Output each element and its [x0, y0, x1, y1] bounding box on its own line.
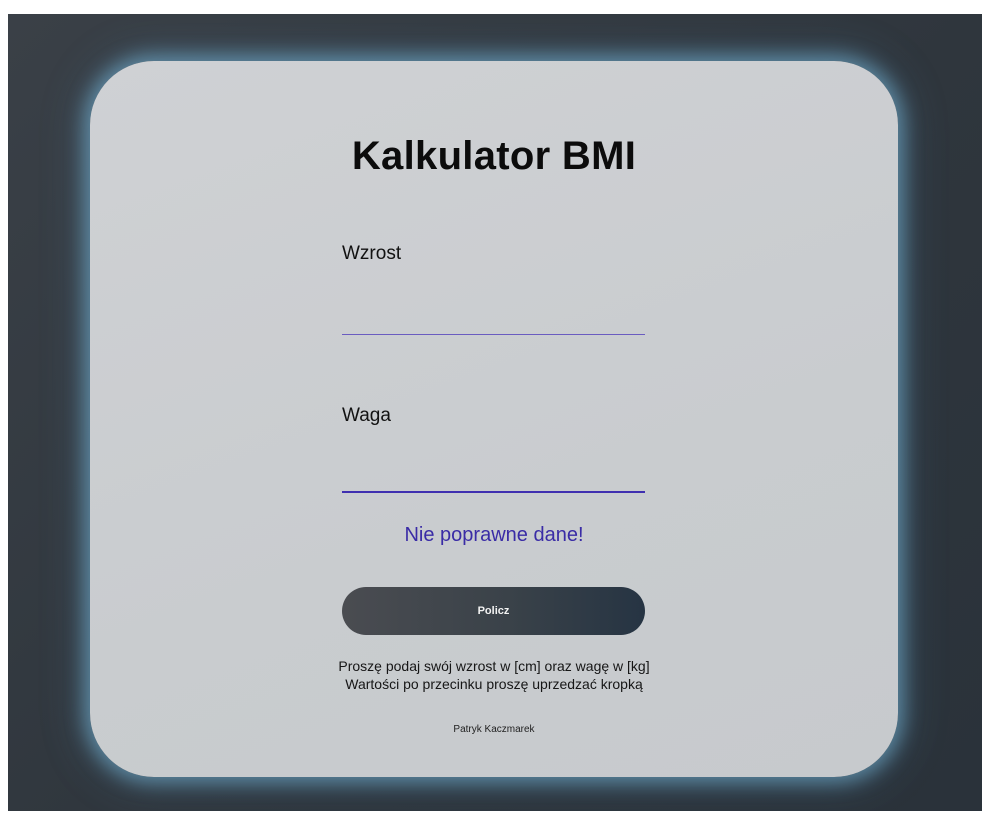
instructions: Proszę podaj swój wzrost w [cm] oraz wag… [90, 657, 898, 693]
page-title: Kalkulator BMI [351, 134, 637, 178]
calculator-card: Kalkulator BMI Wzrost Waga Nie poprawne … [90, 61, 898, 777]
weight-label: Waga [342, 405, 391, 426]
instructions-line-1: Proszę podaj swój wzrost w [cm] oraz wag… [338, 658, 650, 674]
author-credit: Patryk Kaczmarek [453, 724, 535, 735]
instructions-line-2: Wartości po przecinku proszę uprzedzać k… [345, 676, 643, 692]
calculate-button[interactable]: Policz [342, 587, 645, 635]
height-label: Wzrost [342, 243, 402, 264]
weight-input[interactable] [342, 461, 645, 493]
error-message: Nie poprawne dane! [404, 524, 584, 546]
app-background: Kalkulator BMI Wzrost Waga Nie poprawne … [8, 14, 982, 811]
height-input[interactable] [342, 303, 645, 335]
